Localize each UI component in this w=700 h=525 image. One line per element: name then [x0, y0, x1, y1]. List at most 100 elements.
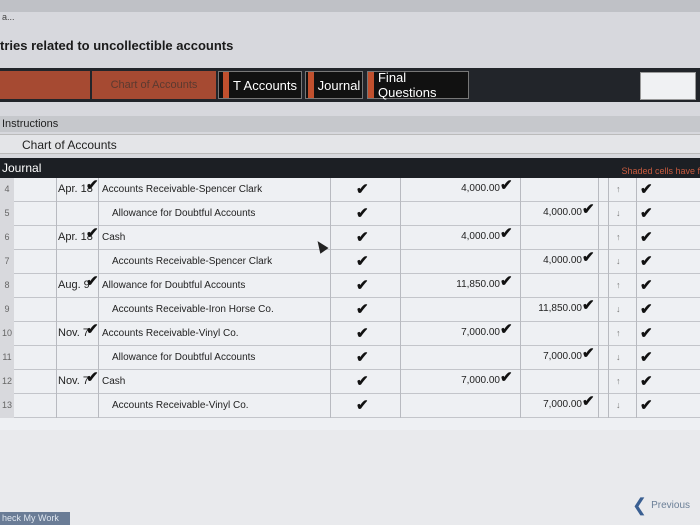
- check-icon: ✔: [500, 369, 513, 386]
- debit-cell[interactable]: 7,000.00: [440, 375, 500, 386]
- column-divider: [56, 370, 57, 394]
- column-divider: [56, 322, 57, 346]
- credit-cell[interactable]: 11,850.00: [522, 303, 582, 314]
- check-icon: ✔: [640, 277, 653, 294]
- column-divider: [520, 298, 521, 322]
- journal-row: 11 Allowance for Doubtful Accounts ✔ 7,000.…: [0, 345, 700, 370]
- check-icon: ✔: [356, 397, 369, 414]
- column-divider: [400, 202, 401, 226]
- column-divider: [330, 370, 331, 394]
- journal-row: 12 Nov. 7 ✔ Cash ✔ 7,000.00 ✔ ↑ ✔: [0, 369, 700, 394]
- page-title: tries related to uncollectible accounts: [0, 38, 234, 53]
- debit-cell[interactable]: 4,000.00: [440, 183, 500, 194]
- debit-cell[interactable]: 4,000.00: [440, 231, 500, 242]
- check-icon: ✔: [86, 225, 99, 242]
- column-divider: [330, 250, 331, 274]
- column-divider: [400, 274, 401, 298]
- column-divider: [56, 202, 57, 226]
- credit-cell[interactable]: 7,000.00: [522, 351, 582, 362]
- column-divider: [330, 394, 331, 418]
- tab-instructions[interactable]: [0, 71, 90, 99]
- tab-t-accounts[interactable]: T Accounts: [218, 71, 302, 99]
- column-divider: [520, 178, 521, 202]
- row-number: 4: [0, 178, 14, 202]
- arrow-up-icon[interactable]: ↑: [616, 376, 621, 386]
- debit-cell[interactable]: 11,850.00: [440, 279, 500, 290]
- journal-row: 13 Accounts Receivable-Vinyl Co. ✔ 7,000.00…: [0, 393, 700, 418]
- column-divider: [98, 394, 99, 418]
- check-icon: ✔: [500, 273, 513, 290]
- date-cell[interactable]: Nov. 7: [58, 327, 89, 339]
- column-divider: [56, 226, 57, 250]
- column-divider: [598, 298, 599, 322]
- column-divider: [400, 178, 401, 202]
- tab-marker: [368, 72, 374, 98]
- account-cell[interactable]: Allowance for Doubtful Accounts: [112, 352, 255, 363]
- account-cell[interactable]: Accounts Receivable-Iron Horse Co.: [112, 304, 274, 315]
- check-icon: ✔: [356, 301, 369, 318]
- column-divider: [608, 322, 609, 346]
- tab-side-box[interactable]: [640, 72, 696, 100]
- column-divider: [608, 226, 609, 250]
- check-icon: ✔: [640, 301, 653, 318]
- column-divider: [400, 370, 401, 394]
- check-my-work-button[interactable]: heck My Work: [0, 512, 70, 525]
- column-divider: [598, 274, 599, 298]
- check-icon: ✔: [356, 253, 369, 270]
- column-divider: [520, 250, 521, 274]
- row-number: 9: [0, 298, 14, 322]
- previous-button[interactable]: ❮ Previous: [632, 495, 690, 516]
- check-icon: ✔: [356, 229, 369, 246]
- account-cell[interactable]: Cash: [102, 376, 125, 387]
- arrow-down-icon[interactable]: ↓: [616, 208, 621, 218]
- journal-row: 4 Apr. 18 ✔ Accounts Receivable-Spencer Cla…: [0, 177, 700, 202]
- account-cell[interactable]: Cash: [102, 232, 125, 243]
- instructions-link[interactable]: Instructions: [0, 116, 700, 132]
- column-divider: [520, 346, 521, 370]
- arrow-up-icon[interactable]: ↑: [616, 280, 621, 290]
- check-icon: ✔: [86, 273, 99, 290]
- credit-cell[interactable]: 7,000.00: [522, 399, 582, 410]
- column-divider: [520, 274, 521, 298]
- account-cell[interactable]: Accounts Receivable-Vinyl Co.: [112, 400, 249, 411]
- arrow-down-icon[interactable]: ↓: [616, 304, 621, 314]
- account-cell[interactable]: Accounts Receivable-Spencer Clark: [112, 256, 272, 267]
- arrow-down-icon[interactable]: ↓: [616, 256, 621, 266]
- column-divider: [636, 370, 637, 394]
- chart-of-accounts-link[interactable]: Chart of Accounts: [0, 134, 700, 154]
- column-divider: [636, 346, 637, 370]
- journal-row: 5 Allowance for Doubtful Accounts ✔ 4,000.0…: [0, 201, 700, 226]
- credit-cell[interactable]: 4,000.00: [522, 255, 582, 266]
- check-icon: ✔: [640, 349, 653, 366]
- check-icon: ✔: [86, 177, 99, 194]
- arrow-down-icon[interactable]: ↓: [616, 400, 621, 410]
- tab-chart-of-accounts[interactable]: Chart of Accounts: [92, 71, 216, 99]
- arrow-up-icon[interactable]: ↑: [616, 232, 621, 242]
- credit-cell[interactable]: 4,000.00: [522, 207, 582, 218]
- date-cell[interactable]: Nov. 7: [58, 375, 89, 387]
- debit-cell[interactable]: 7,000.00: [440, 327, 500, 338]
- column-divider: [520, 322, 521, 346]
- column-divider: [56, 178, 57, 202]
- tab-journal[interactable]: Journal: [305, 71, 363, 99]
- column-divider: [598, 226, 599, 250]
- column-divider: [608, 394, 609, 418]
- column-divider: [608, 274, 609, 298]
- column-divider: [598, 178, 599, 202]
- column-divider: [608, 346, 609, 370]
- account-cell[interactable]: Accounts Receivable-Vinyl Co.: [102, 328, 239, 339]
- arrow-up-icon[interactable]: ↑: [616, 184, 621, 194]
- column-divider: [400, 298, 401, 322]
- journal-row: 9 Accounts Receivable-Iron Horse Co. ✔ 11,8…: [0, 297, 700, 322]
- column-divider: [608, 202, 609, 226]
- account-cell[interactable]: Accounts Receivable-Spencer Clark: [102, 184, 262, 195]
- column-divider: [56, 274, 57, 298]
- arrow-up-icon[interactable]: ↑: [616, 328, 621, 338]
- column-divider: [636, 322, 637, 346]
- account-cell[interactable]: Allowance for Doubtful Accounts: [102, 280, 245, 291]
- column-divider: [56, 250, 57, 274]
- tab-final-questions[interactable]: Final Questions: [367, 70, 469, 100]
- arrow-down-icon[interactable]: ↓: [616, 352, 621, 362]
- column-divider: [330, 226, 331, 250]
- account-cell[interactable]: Allowance for Doubtful Accounts: [112, 208, 255, 219]
